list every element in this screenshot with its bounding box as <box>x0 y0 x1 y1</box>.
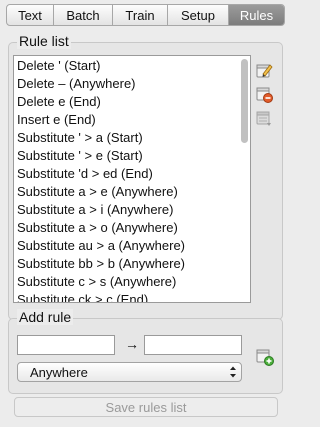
delete-rule-icon[interactable] <box>255 85 273 103</box>
rule-list-item[interactable]: Substitute a > i (Anywhere) <box>17 201 250 219</box>
tab-batch[interactable]: Batch <box>54 5 113 25</box>
rule-list-item[interactable]: Substitute ' > e (Start) <box>17 147 250 165</box>
rule-list: Delete ' (Start) Delete – (Anywhere) Delet… <box>14 56 250 302</box>
rule-list-item[interactable]: Substitute a > o (Anywhere) <box>17 219 250 237</box>
tab-train[interactable]: Train <box>113 5 168 25</box>
rule-position-value: Anywhere <box>30 364 88 380</box>
rule-list-title: Rule list <box>17 33 71 49</box>
rule-list-item[interactable]: Insert e (End) <box>17 111 250 129</box>
rule-list-item[interactable]: Substitute ' > a (Start) <box>17 129 250 147</box>
tab-setup[interactable]: Setup <box>168 5 229 25</box>
rule-arrow-label: → <box>125 336 139 352</box>
save-rules-button[interactable]: Save rules list <box>14 397 278 417</box>
rule-list-item[interactable]: Substitute c > s (Anywhere) <box>17 273 250 291</box>
rule-from-input[interactable] <box>17 335 115 355</box>
add-rule-icon[interactable] <box>255 347 275 367</box>
rule-list-box[interactable]: Delete ' (Start) Delete – (Anywhere) Delet… <box>13 55 251 303</box>
rule-list-item[interactable]: Substitute ck > c (End) <box>17 291 250 302</box>
rule-list-item[interactable]: Delete – (Anywhere) <box>17 75 250 93</box>
rule-info-icon[interactable] <box>255 109 273 127</box>
rule-list-item[interactable]: Delete ' (Start) <box>17 57 250 75</box>
rule-list-scrollbar[interactable] <box>241 59 248 143</box>
rule-list-group: Rule list Delete ' (Start) Delete – (Anyw… <box>8 33 283 320</box>
rule-list-item[interactable]: Substitute bb > b (Anywhere) <box>17 255 250 273</box>
rule-to-input[interactable] <box>144 335 242 355</box>
rule-list-item[interactable]: Substitute a > e (Anywhere) <box>17 183 250 201</box>
rule-position-select[interactable]: Anywhere <box>17 362 242 382</box>
rule-list-item[interactable]: Substitute au > a (Anywhere) <box>17 237 250 255</box>
tab-rules[interactable]: Rules <box>229 5 284 25</box>
add-rule-group: Add rule → Anywhere <box>8 309 283 394</box>
tab-text[interactable]: Text <box>7 5 54 25</box>
chevron-updown-icon <box>229 365 237 379</box>
add-rule-title: Add rule <box>17 309 74 325</box>
rule-list-item[interactable]: Delete e (End) <box>17 93 250 111</box>
rule-list-item[interactable]: Substitute 'd > ed (End) <box>17 165 250 183</box>
tab-bar: Text Batch Train Setup Rules <box>6 4 285 26</box>
edit-rule-icon[interactable] <box>255 61 273 79</box>
